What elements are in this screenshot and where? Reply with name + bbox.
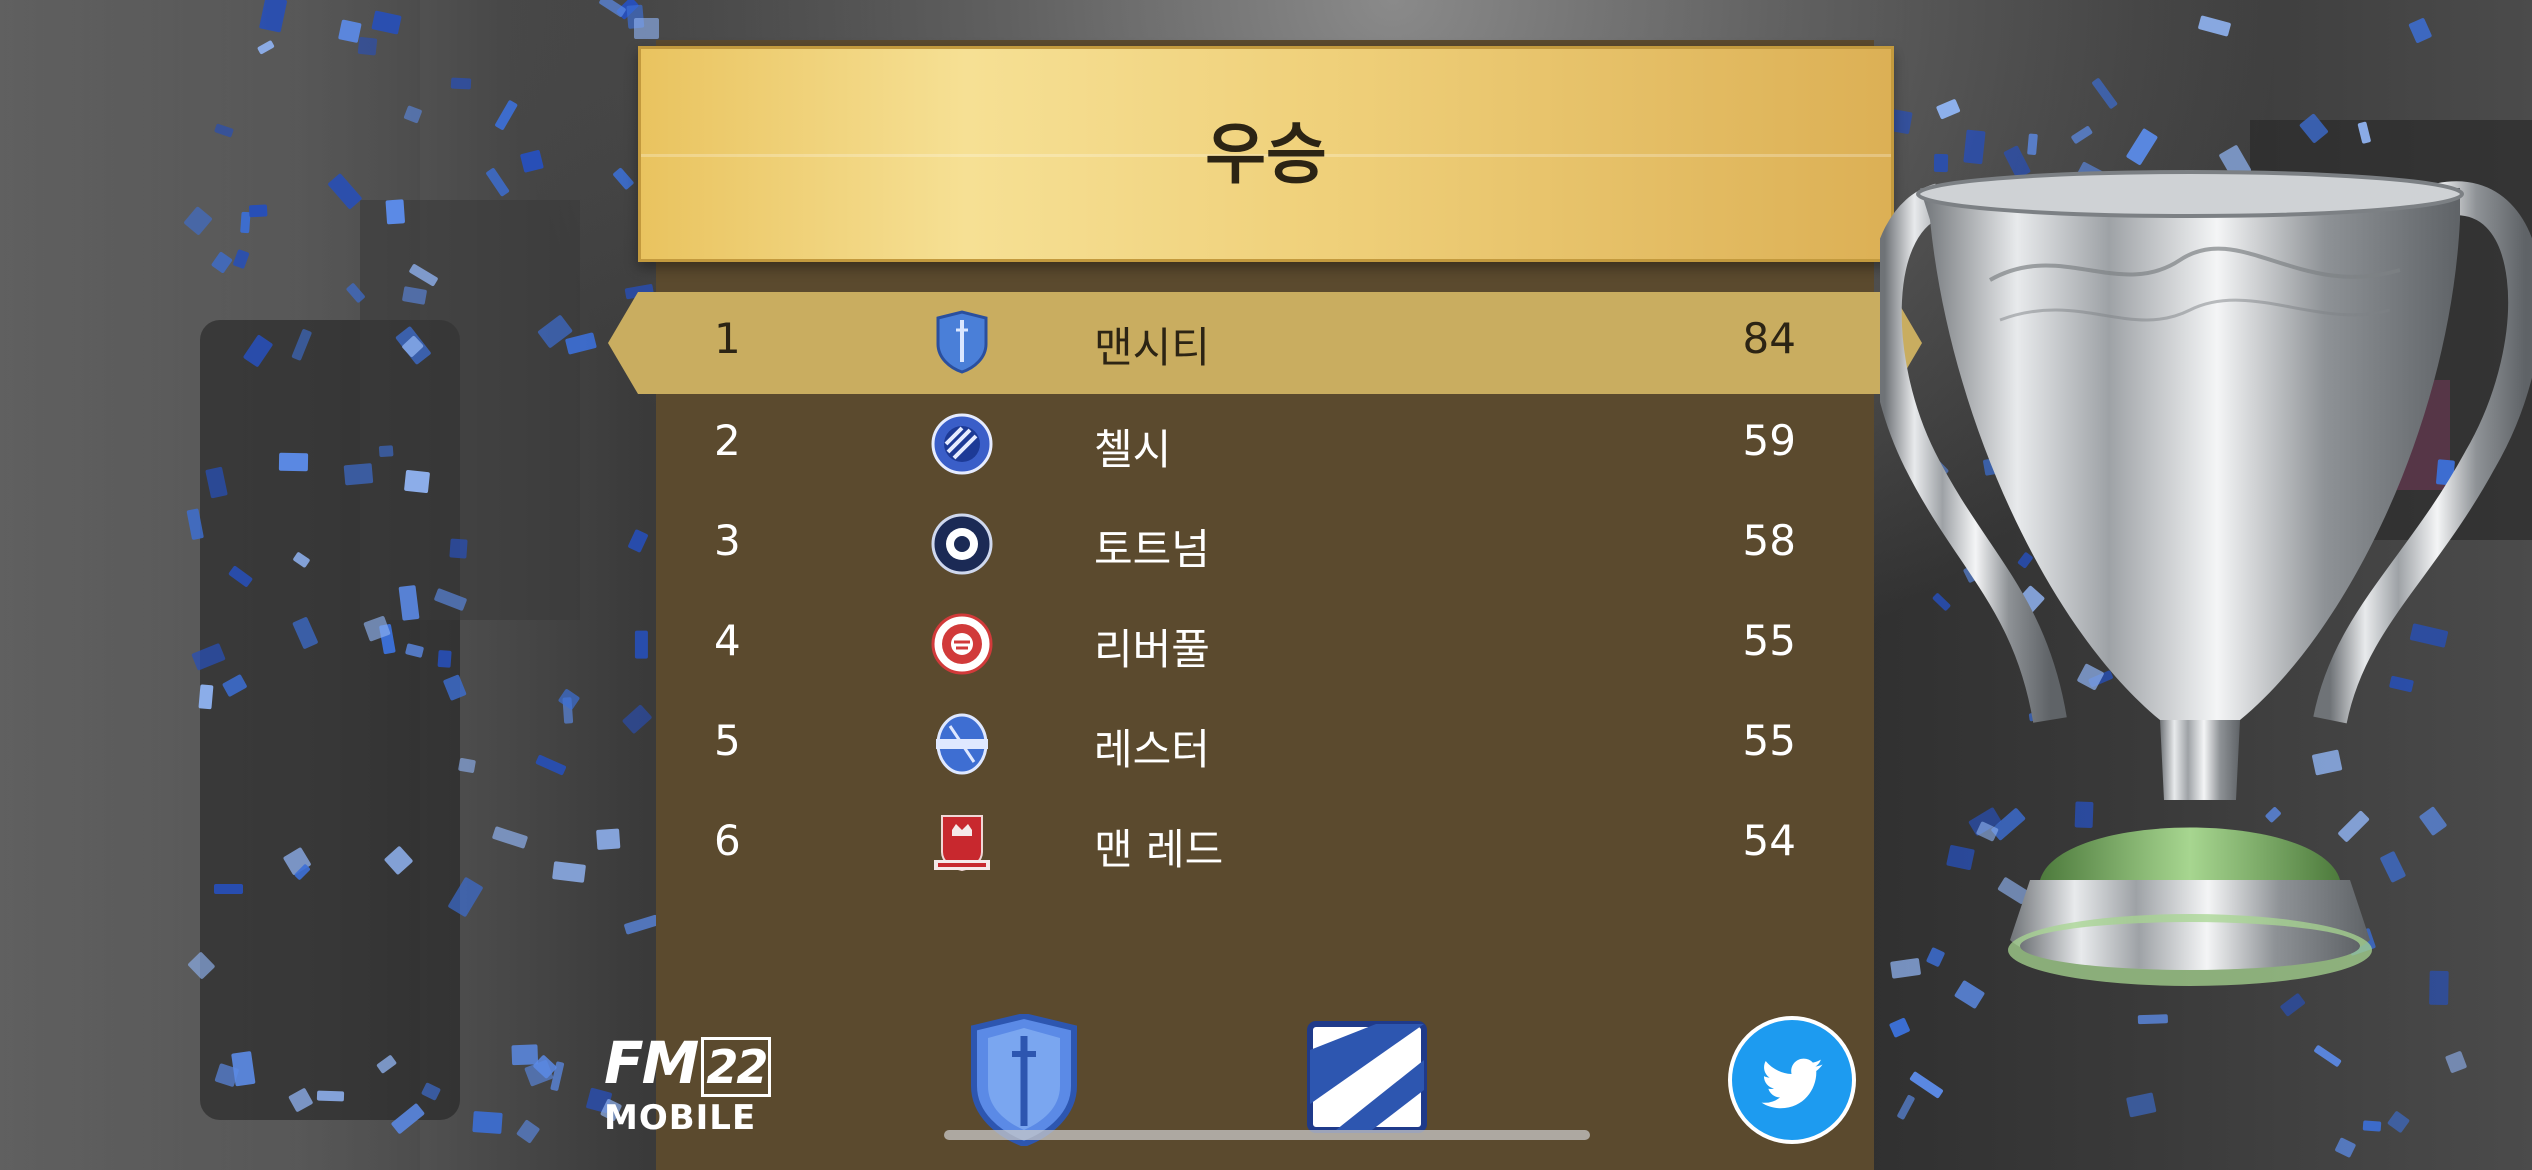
confetti-piece <box>403 470 431 494</box>
team-points: 58 <box>1742 516 1796 565</box>
team-name: 맨 레드 <box>1094 825 1224 874</box>
confetti-piece <box>1962 129 1986 165</box>
table-row[interactable]: 6 맨 레드 54 <box>656 794 1874 894</box>
confetti-piece <box>385 199 406 226</box>
confetti-piece <box>338 19 362 43</box>
confetti-piece <box>2070 124 2093 145</box>
table-row[interactable]: 3 토트넘 58 <box>656 494 1874 594</box>
rank: 1 <box>714 314 741 363</box>
confetti-piece <box>248 204 268 218</box>
confetti-piece <box>491 825 528 849</box>
rank: 2 <box>714 416 741 465</box>
confetti-piece <box>598 0 627 18</box>
confetti-piece <box>397 585 420 621</box>
confetti-piece <box>472 1111 503 1135</box>
team-points: 84 <box>1742 314 1796 363</box>
confetti-piece <box>634 17 659 39</box>
confetti-piece <box>519 149 544 173</box>
team-name: 레스터 <box>1094 725 1210 774</box>
confetti-piece <box>457 757 477 774</box>
confetti-piece <box>627 529 650 554</box>
team-name: 리버풀 <box>1094 625 1210 674</box>
confetti-piece <box>558 688 581 710</box>
team-name: 맨시티 <box>1094 323 1210 372</box>
team-points: 54 <box>1742 816 1796 865</box>
confetti-piece <box>197 684 214 710</box>
confetti-piece <box>2125 1092 2157 1118</box>
home-indicator[interactable] <box>944 1130 1590 1140</box>
confetti-piece <box>535 754 567 776</box>
leicester-crest-icon <box>936 713 988 775</box>
man-city-crest-icon <box>930 310 994 374</box>
confetti-piece <box>2334 1137 2356 1158</box>
team-name: 토트넘 <box>1094 525 1210 574</box>
confetti-piece <box>378 445 394 458</box>
tottenham-crest-icon <box>931 513 993 575</box>
confetti-piece <box>357 36 378 56</box>
confetti-piece <box>449 538 468 560</box>
confetti-piece <box>1935 98 1961 120</box>
confetti-piece <box>2027 133 2039 156</box>
team-points: 55 <box>1742 716 1796 765</box>
team-points: 59 <box>1742 416 1796 465</box>
confetti-piece <box>1909 1070 1945 1099</box>
confetti-piece <box>485 167 510 198</box>
title-banner: 우승 <box>638 46 1894 262</box>
table-row-champion[interactable]: 1 맨시티 84 <box>608 292 1922 394</box>
confetti-piece <box>494 99 519 131</box>
confetti-piece <box>622 704 653 735</box>
chelsea-crest-icon <box>931 413 993 475</box>
confetti-piece <box>343 463 374 486</box>
rank: 4 <box>714 616 741 665</box>
man-utd-crest-icon <box>934 815 990 872</box>
confetti-piece <box>437 650 452 668</box>
confetti-piece <box>2197 15 2232 38</box>
confetti-piece <box>623 913 660 935</box>
table-row[interactable]: 4 리버풀 55 <box>656 594 1874 694</box>
confetti-piece <box>511 1044 538 1065</box>
twitter-icon <box>1761 1058 1823 1109</box>
confetti-piece <box>214 884 243 894</box>
confetti-piece <box>278 452 309 472</box>
club-crest-icon[interactable] <box>966 1014 1082 1146</box>
liverpool-crest-icon <box>931 613 993 675</box>
confetti-piece <box>2387 1110 2411 1134</box>
trophy-image <box>1880 170 2532 986</box>
fm22-mobile-logo: FM 22 MOBILE <box>604 1034 772 1138</box>
confetti-piece <box>2091 77 2119 110</box>
team-name: 첼시 <box>1094 425 1172 474</box>
twitter-share-button[interactable] <box>1728 1016 1856 1144</box>
rank: 5 <box>714 716 741 765</box>
confetti-piece <box>515 1119 540 1145</box>
confetti-piece <box>317 1090 345 1102</box>
team-points: 55 <box>1742 616 1796 665</box>
rank: 6 <box>714 816 741 865</box>
rank: 3 <box>714 516 741 565</box>
club-kit-icon[interactable] <box>1306 1020 1428 1134</box>
confetti-piece <box>1895 1094 1915 1121</box>
table-row[interactable]: 2 첼시 59 <box>656 394 1874 494</box>
table-row[interactable]: 5 레스터 55 <box>656 694 1874 794</box>
confetti-piece <box>612 167 634 191</box>
confetti-piece <box>2408 17 2433 44</box>
confetti-piece <box>634 630 649 660</box>
page-title: 우승 <box>1205 116 1327 193</box>
confetti-piece <box>551 860 586 884</box>
confetti-piece <box>2362 1120 2382 1132</box>
confetti-piece <box>596 828 621 851</box>
confetti-piece <box>450 77 472 90</box>
